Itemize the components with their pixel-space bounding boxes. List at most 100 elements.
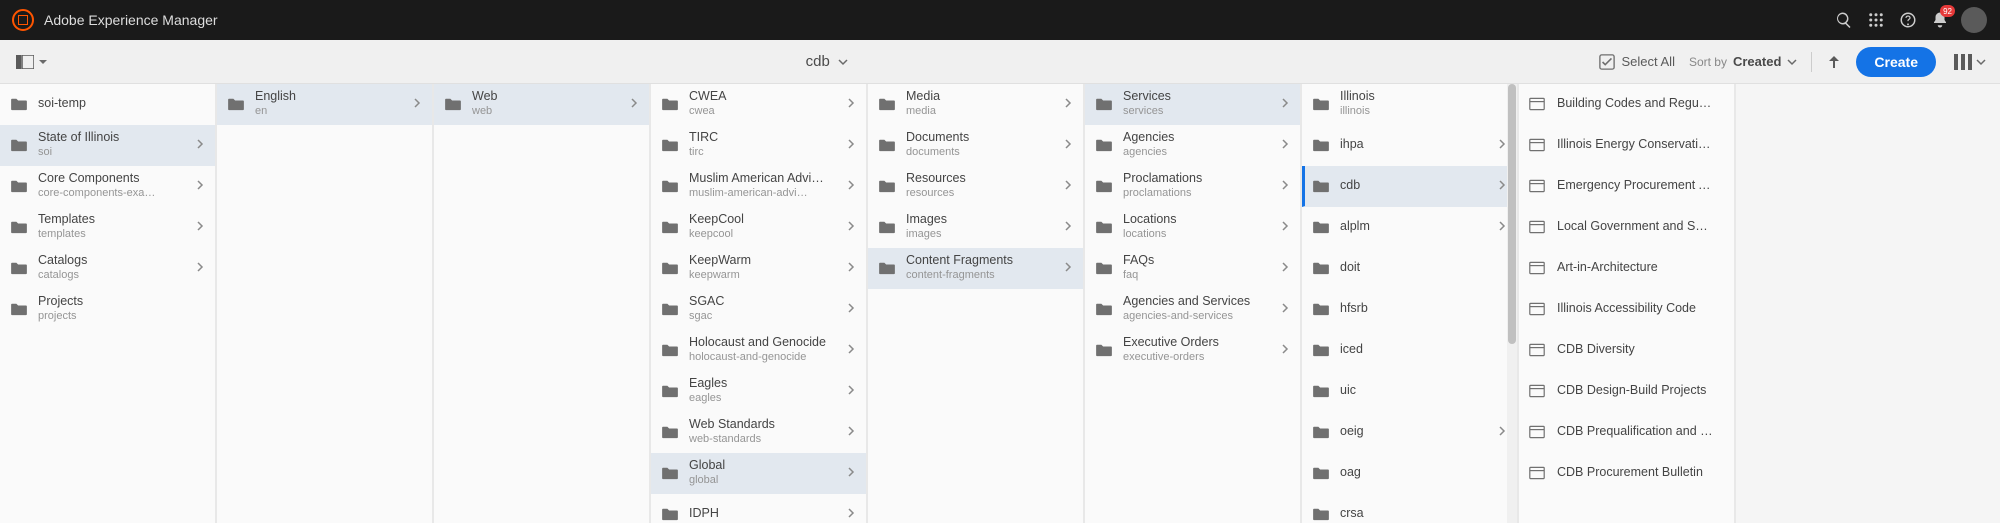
column-item[interactable]: ihpa xyxy=(1302,125,1517,166)
column-item[interactable]: CDB Design-Build Projects xyxy=(1519,371,1734,412)
column-item[interactable]: Webweb xyxy=(434,84,649,125)
item-title: ihpa xyxy=(1340,137,1497,153)
column-item[interactable]: Local Government and School… xyxy=(1519,207,1734,248)
chevron-right-icon xyxy=(846,218,860,236)
column-item[interactable]: Muslim American Advi…muslim-american-adv… xyxy=(651,166,866,207)
column-item[interactable]: KeepWarmkeepwarm xyxy=(651,248,866,289)
column-item[interactable]: Illinois Accessibility Code xyxy=(1519,289,1734,330)
column-item[interactable]: Projectsprojects xyxy=(0,289,215,330)
column-item[interactable]: oag xyxy=(1302,453,1517,494)
column-item[interactable]: CWEAcwea xyxy=(651,84,866,125)
column-item[interactable]: Emergency Procurement Awar… xyxy=(1519,166,1734,207)
chevron-right-icon xyxy=(846,177,860,195)
column-item[interactable]: Agencies and Servicesagencies-and-servic… xyxy=(1085,289,1300,330)
user-avatar[interactable] xyxy=(1956,4,1988,36)
column-item[interactable]: Building Codes and Regulations xyxy=(1519,84,1734,125)
column-item[interactable]: CDB Prequalification and Vend… xyxy=(1519,412,1734,453)
item-subtitle: templates xyxy=(38,228,195,242)
scrollbar[interactable] xyxy=(1507,84,1517,523)
view-switcher[interactable] xyxy=(1950,54,1990,70)
page-icon xyxy=(1529,179,1547,193)
column-item[interactable]: Agenciesagencies xyxy=(1085,125,1300,166)
column-item[interactable]: Imagesimages xyxy=(868,207,1083,248)
item-title: hfsrb xyxy=(1340,301,1497,317)
column-item[interactable]: hfsrb xyxy=(1302,289,1517,330)
sort-direction-icon[interactable] xyxy=(1826,54,1842,70)
apps-grid-icon[interactable] xyxy=(1860,4,1892,36)
column-item[interactable]: Documentsdocuments xyxy=(868,125,1083,166)
column-item[interactable]: soi-temp xyxy=(0,84,215,125)
notifications-icon[interactable]: 92 xyxy=(1924,4,1956,36)
column-item[interactable]: Templatestemplates xyxy=(0,207,215,248)
column-item[interactable]: Globalglobal xyxy=(651,453,866,494)
column-6: Illinoisillinois ihpa cdbalplmdoit hfsrb ice… xyxy=(1302,84,1519,523)
global-header: Adobe Experience Manager 92 xyxy=(0,0,2000,40)
breadcrumb-current[interactable]: cdb xyxy=(806,53,830,70)
column-item[interactable]: Content Fragmentscontent-fragments xyxy=(868,248,1083,289)
chevron-right-icon xyxy=(629,95,643,113)
item-subtitle: en xyxy=(255,105,412,119)
folder-icon xyxy=(1312,220,1330,234)
column-item[interactable]: Eagleseagles xyxy=(651,371,866,412)
item-title: Agencies and Services xyxy=(1123,294,1280,310)
sort-by-control[interactable]: Sort by Created xyxy=(1689,54,1797,69)
chevron-right-icon xyxy=(846,464,860,482)
item-subtitle: illinois xyxy=(1340,105,1497,119)
column-item[interactable]: oeig xyxy=(1302,412,1517,453)
column-item[interactable]: cdb xyxy=(1302,166,1517,207)
column-item[interactable]: KeepCoolkeepcool xyxy=(651,207,866,248)
column-item[interactable]: Illinoisillinois xyxy=(1302,84,1517,125)
chevron-right-icon xyxy=(1063,259,1077,277)
column-browser: soi-tempState of IllinoissoiCore Compone… xyxy=(0,84,2000,523)
chevron-right-icon xyxy=(846,341,860,359)
scrollbar-thumb[interactable] xyxy=(1508,84,1516,344)
column-item[interactable]: Executive Ordersexecutive-orders xyxy=(1085,330,1300,371)
column-item[interactable]: Art-in-Architecture xyxy=(1519,248,1734,289)
breadcrumb-dropdown-icon[interactable] xyxy=(838,57,848,67)
help-icon[interactable] xyxy=(1892,4,1924,36)
rail-toggle[interactable] xyxy=(10,51,54,73)
aem-logo-icon[interactable] xyxy=(12,9,34,31)
column-item[interactable]: Holocaust and Genocideholocaust-and-geno… xyxy=(651,330,866,371)
select-all-button[interactable]: Select All xyxy=(1599,54,1674,70)
folder-icon xyxy=(878,97,896,111)
column-item[interactable]: Web Standardsweb-standards xyxy=(651,412,866,453)
folder-icon xyxy=(10,220,28,234)
create-button[interactable]: Create xyxy=(1856,47,1936,77)
column-item[interactable]: Resourcesresources xyxy=(868,166,1083,207)
item-title: English xyxy=(255,89,412,105)
column-item[interactable]: doit xyxy=(1302,248,1517,289)
column-item[interactable]: Mediamedia xyxy=(868,84,1083,125)
column-item[interactable]: IDPH xyxy=(651,494,866,523)
column-item[interactable]: SGACsgac xyxy=(651,289,866,330)
column-item[interactable]: iced xyxy=(1302,330,1517,371)
column-item[interactable]: uic xyxy=(1302,371,1517,412)
folder-icon xyxy=(1095,261,1113,275)
folder-icon xyxy=(661,425,679,439)
column-item[interactable]: alplm xyxy=(1302,207,1517,248)
column-item[interactable]: Englishen xyxy=(217,84,432,125)
column-item[interactable]: Core Componentscore-components-exa… xyxy=(0,166,215,207)
folder-icon xyxy=(878,220,896,234)
column-item[interactable]: FAQsfaq xyxy=(1085,248,1300,289)
column-item[interactable]: TIRCtirc xyxy=(651,125,866,166)
item-title: Content Fragments xyxy=(906,253,1063,269)
column-item[interactable]: Servicesservices xyxy=(1085,84,1300,125)
folder-icon xyxy=(1312,425,1330,439)
column-item[interactable]: CDB Procurement Bulletin xyxy=(1519,453,1734,494)
chevron-right-icon xyxy=(1063,95,1077,113)
column-item[interactable]: crsa xyxy=(1302,494,1517,523)
search-icon[interactable] xyxy=(1828,4,1860,36)
folder-icon xyxy=(1095,97,1113,111)
item-title: Building Codes and Regulations xyxy=(1557,96,1714,112)
column-item[interactable]: Catalogscatalogs xyxy=(0,248,215,289)
chevron-right-icon xyxy=(846,95,860,113)
folder-icon xyxy=(661,179,679,193)
folder-icon xyxy=(661,302,679,316)
column-item[interactable]: Proclamationsproclamations xyxy=(1085,166,1300,207)
column-item[interactable]: State of Illinoissoi xyxy=(0,125,215,166)
column-item[interactable]: Illinois Energy Conservation C… xyxy=(1519,125,1734,166)
page-icon xyxy=(1529,261,1547,275)
column-item[interactable]: Locationslocations xyxy=(1085,207,1300,248)
column-item[interactable]: CDB Diversity xyxy=(1519,330,1734,371)
